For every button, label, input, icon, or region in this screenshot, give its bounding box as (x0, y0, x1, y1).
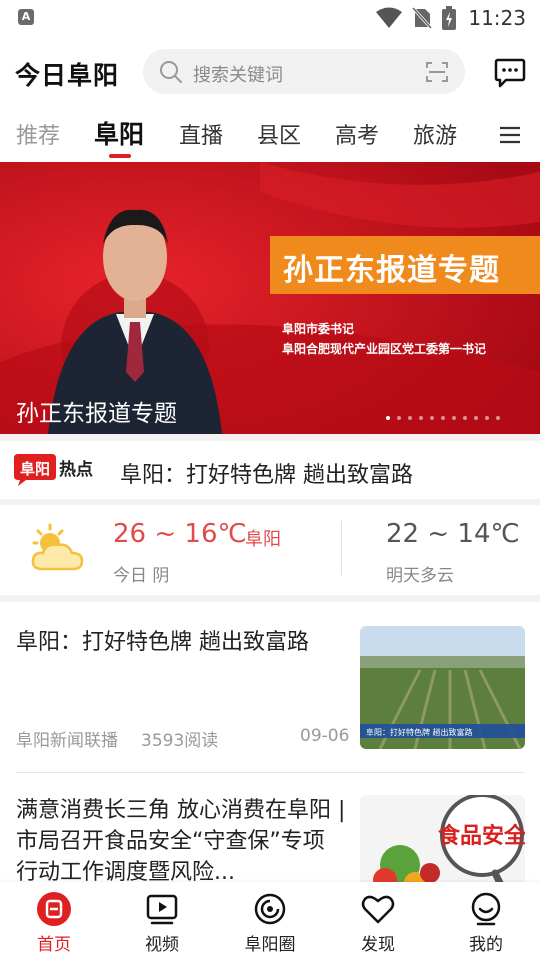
nav-discover[interactable]: 发现 (324, 882, 432, 960)
nav-label: 阜阳圈 (244, 935, 296, 955)
carousel-dot (419, 416, 423, 420)
food-safety-image: 食品安全 (360, 795, 525, 883)
banner-title: 孙正东报道专题 (283, 253, 500, 288)
tab-travel[interactable]: 旅游 (413, 118, 457, 150)
no-sim-icon (412, 7, 433, 29)
section-gap (0, 595, 540, 602)
news-item[interactable]: 满意消费长三角 放心消费在阜阳 | 市局召开食品安全“守查保”专项行动工作调度暨… (0, 775, 540, 883)
news-date: 09-06 (300, 726, 350, 746)
banner-caption: 孙正东报道专题 (16, 401, 177, 427)
tab-recommend[interactable]: 推荐 (16, 118, 60, 150)
search-input[interactable]: 搜索关键词 (193, 61, 283, 87)
search-icon (160, 61, 182, 83)
nav-label: 首页 (37, 935, 71, 955)
news-title[interactable]: 阜阳：打好特色牌 趟出致富路 (16, 626, 346, 660)
carousel-dot (496, 416, 500, 420)
channel-tabs: 推荐 阜阳 直播 县区 高考 旅游 (0, 110, 540, 160)
news-read-count: 3593阅读 (141, 731, 219, 751)
wifi-icon (376, 7, 403, 28)
heart-icon (361, 895, 395, 924)
news-item[interactable]: 阜阳：打好特色牌 趟出致富路 阜阳新闻联播 3593阅读 09-06 阜阳：打好… (0, 602, 540, 772)
menu-icon[interactable] (499, 126, 521, 144)
news-thumbnail[interactable]: 阜阳：打好特色牌 趟出致富路 (360, 626, 525, 749)
carousel-dot (408, 416, 412, 420)
status-bar: A 11:23 (0, 0, 540, 38)
carousel-dot (430, 416, 434, 420)
carousel-dot (485, 416, 489, 420)
tomorrow-temperature: 22 ~ 14℃ (386, 519, 520, 549)
badge-text-2: 热点 (59, 459, 93, 480)
section-gap (0, 434, 540, 441)
bottom-navigation: 首页 视频 阜阳圈 发现 我的 (0, 882, 540, 960)
tab-fuyang[interactable]: 阜阳 (94, 115, 144, 151)
nav-label: 发现 (361, 935, 395, 955)
carousel-dot (463, 416, 467, 420)
nav-home[interactable]: 首页 (0, 882, 108, 960)
nav-video[interactable]: 视频 (108, 882, 216, 960)
nav-label: 视频 (145, 935, 179, 955)
weather-widget[interactable]: 26 ~ 16℃ 阜阳 今日 阴 22 ~ 14℃ 明天多云 (0, 505, 540, 595)
app-logo: 今日阜阳 (15, 61, 120, 90)
field-image: 阜阳：打好特色牌 趟出致富路 (360, 626, 525, 749)
carousel-dot (441, 416, 445, 420)
banner-subtitle-1: 阜阳市委书记 (282, 322, 355, 336)
weather-city: 阜阳 (245, 529, 281, 550)
hot-headline[interactable]: 阜阳：打好特色牌 趟出致富路 (120, 457, 413, 489)
today-weather: 今日 阴 (113, 566, 170, 586)
hot-news-bar[interactable]: 阜阳 热点 阜阳：打好特色牌 趟出致富路 (0, 441, 540, 499)
weather-divider (341, 521, 342, 575)
partly-cloudy-icon (31, 523, 84, 571)
thumb-caption: 阜阳：打好特色牌 趟出致富路 (366, 727, 473, 737)
app-notification-icon: A (18, 9, 34, 25)
carousel-dot (386, 416, 390, 420)
scan-icon[interactable] (425, 60, 449, 84)
carousel-indicator (386, 416, 500, 420)
nav-label: 我的 (469, 935, 503, 955)
today-temperature: 26 ~ 16℃ (113, 519, 247, 549)
carousel-dot (474, 416, 478, 420)
carousel-dot (452, 416, 456, 420)
news-title[interactable]: 满意消费长三角 放心消费在阜阳 | 市局召开食品安全“守查保”专项行动工作调度暨… (16, 795, 346, 883)
news-thumbnail[interactable]: 食品安全 (360, 795, 525, 883)
list-divider (16, 772, 525, 773)
tab-county[interactable]: 县区 (257, 118, 301, 150)
banner-carousel[interactable]: 孙正东报道专题 阜阳市委书记 阜阳合肥现代产业园区党工委第一书记 孙正东报道专题 (0, 162, 540, 434)
active-tab-indicator (109, 154, 131, 158)
message-icon[interactable] (494, 58, 526, 88)
news-source: 阜阳新闻联播 (16, 731, 118, 751)
tomorrow-weather: 明天多云 (386, 566, 454, 586)
banner-subtitle-2: 阜阳合肥现代产业园区党工委第一书记 (282, 342, 487, 356)
thumb-caption: 食品安全 (438, 823, 525, 849)
app-header: 今日阜阳 搜索关键词 (0, 38, 540, 106)
nav-profile[interactable]: 我的 (432, 882, 540, 960)
carousel-dot (397, 416, 401, 420)
video-icon (146, 894, 178, 925)
home-icon (37, 892, 71, 926)
search-bar[interactable]: 搜索关键词 (143, 49, 465, 94)
circle-icon (254, 893, 286, 925)
nav-fuyang-circle[interactable]: 阜阳圈 (216, 882, 324, 960)
profile-icon (471, 892, 501, 926)
fuyang-hot-badge: 阜阳 热点 (14, 454, 93, 486)
badge-text-1: 阜阳 (20, 460, 50, 478)
clock: 11:23 (468, 6, 526, 30)
battery-icon (442, 6, 457, 30)
tab-live[interactable]: 直播 (179, 118, 223, 150)
status-icons: 11:23 (376, 6, 526, 30)
tab-gaokao[interactable]: 高考 (335, 118, 379, 150)
